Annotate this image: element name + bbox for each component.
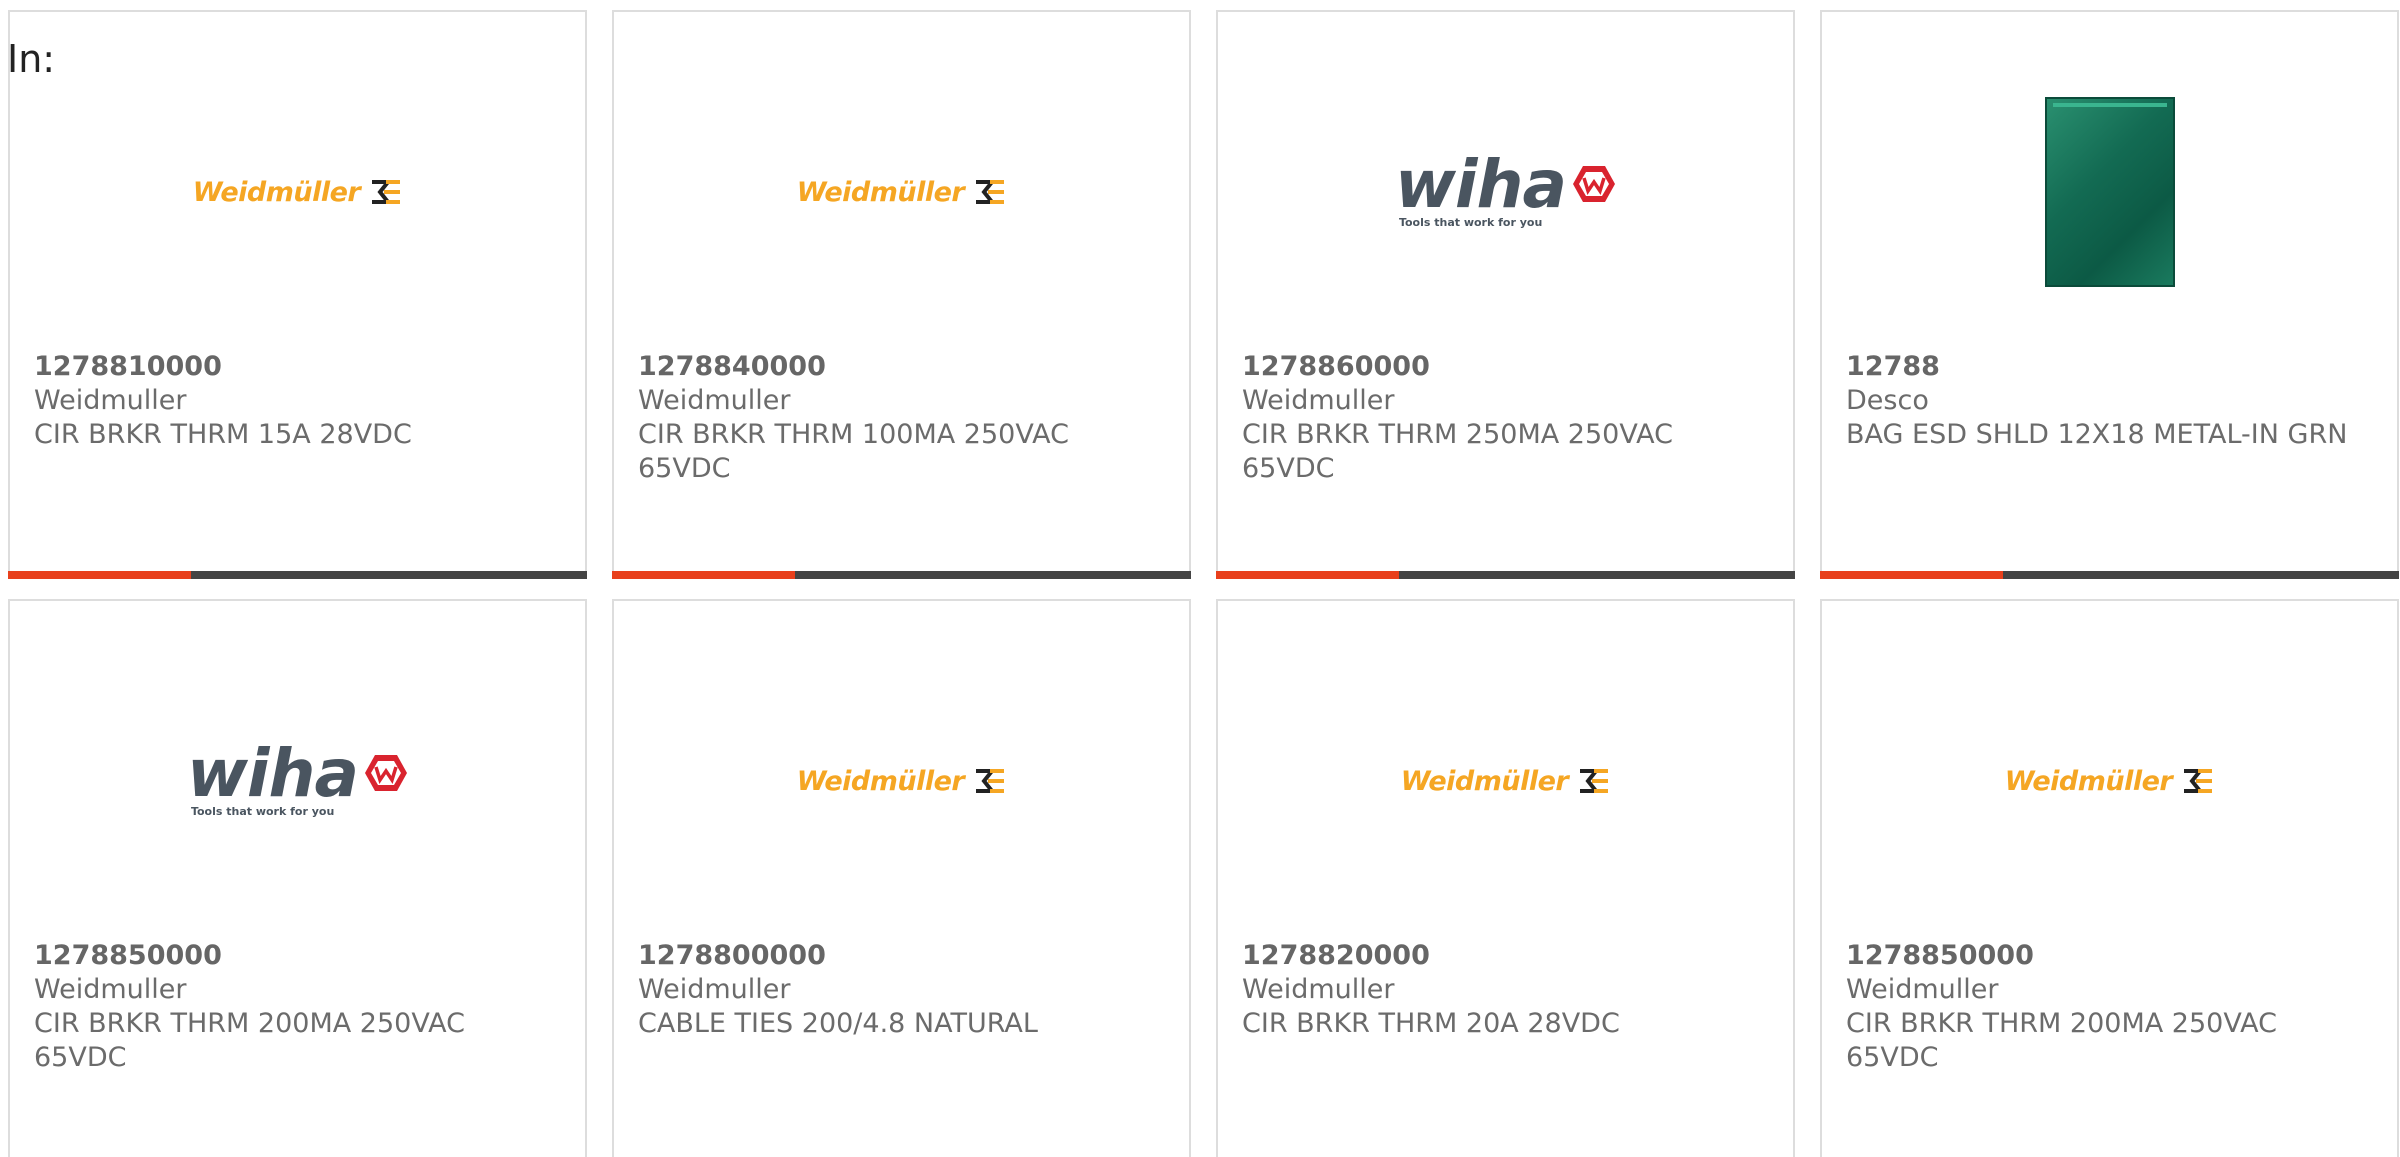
part-number[interactable]: 1278850000 (1846, 939, 2373, 973)
product-info: 1278850000 Weidmuller CIR BRKR THRM 200M… (34, 939, 561, 1075)
card-progress-accent (1216, 571, 1399, 579)
product-image[interactable]: Weidmüller (10, 72, 585, 312)
wiha-logo: wiha Tools that work for you (1394, 145, 1616, 230)
product-image[interactable] (1822, 72, 2397, 312)
wiha-hexagon-icon (365, 755, 408, 792)
product-info: 1278820000 Weidmuller CIR BRKR THRM 20A … (1242, 939, 1769, 1041)
card-progress-bar (8, 571, 587, 579)
product-description: CIR BRKR THRM 100MA 250VAC 65VDC (638, 419, 1069, 484)
part-number[interactable]: 1278810000 (34, 350, 561, 384)
weidmuller-logo: Weidmüller (1401, 766, 1610, 797)
product-info: 1278810000 Weidmuller CIR BRKR THRM 15A … (34, 350, 561, 452)
wiha-logo: wiha Tools that work for you (186, 734, 408, 819)
manufacturer-name: Weidmuller (1242, 385, 1395, 416)
part-number[interactable]: 1278860000 (1242, 350, 1769, 384)
product-info: 12788 Desco BAG ESD SHLD 12X18 METAL-IN … (1846, 350, 2373, 452)
part-number[interactable]: 1278850000 (34, 939, 561, 973)
product-image[interactable]: Weidmüller (614, 72, 1189, 312)
weidmuller-mark-icon (976, 769, 1005, 793)
weidmuller-logo: Weidmüller (797, 766, 1006, 797)
product-card[interactable]: wiha Tools that work for you 1278860000 W… (1216, 10, 1795, 579)
product-card[interactable]: Weidmüller 1278800000 Weidmuller CABLE T… (612, 599, 1191, 1157)
product-grid: Weidmüller 1278810000 Weidmuller CIR BRK… (8, 10, 2399, 1157)
weidmuller-mark-icon (2184, 769, 2213, 793)
page: In: Weidmüller 1278810000 Weidmuller CIR… (0, 0, 2400, 1157)
part-number[interactable]: 1278840000 (638, 350, 1165, 384)
product-description: CIR BRKR THRM 200MA 250VAC 65VDC (34, 1008, 465, 1073)
card-progress-accent (8, 571, 191, 579)
product-card[interactable]: Weidmüller 1278840000 Weidmuller CIR BRK… (612, 10, 1191, 579)
weidmuller-mark-icon (976, 180, 1005, 204)
product-card[interactable]: wiha Tools that work for you 1278850000 W… (8, 599, 587, 1157)
wiha-logo-text: wiha (186, 734, 359, 812)
manufacturer-name: Weidmuller (638, 385, 791, 416)
product-image[interactable]: wiha Tools that work for you (10, 661, 585, 901)
product-description: CIR BRKR THRM 15A 28VDC (34, 419, 412, 450)
product-card[interactable]: Weidmüller 1278820000 Weidmuller CIR BRK… (1216, 599, 1795, 1157)
product-info: 1278840000 Weidmuller CIR BRKR THRM 100M… (638, 350, 1165, 486)
product-image[interactable]: wiha Tools that work for you (1218, 72, 1793, 312)
esd-bag-photo (2044, 97, 2175, 287)
product-info: 1278860000 Weidmuller CIR BRKR THRM 250M… (1242, 350, 1769, 486)
product-description: CIR BRKR THRM 250MA 250VAC 65VDC (1242, 419, 1673, 484)
product-image[interactable]: Weidmüller (614, 661, 1189, 901)
filter-label: In: (7, 37, 56, 81)
weidmuller-logo: Weidmüller (797, 177, 1006, 208)
product-description: BAG ESD SHLD 12X18 METAL-IN GRN (1846, 419, 2348, 450)
weidmuller-logo-text: Weidmüller (2004, 765, 2173, 797)
product-description: CABLE TIES 200/4.8 NATURAL (638, 1008, 1038, 1039)
weidmuller-mark-icon (1580, 769, 1609, 793)
product-description: CIR BRKR THRM 20A 28VDC (1242, 1008, 1620, 1039)
weidmuller-logo-text: Weidmüller (796, 765, 965, 797)
product-info: 1278800000 Weidmuller CABLE TIES 200/4.8… (638, 939, 1165, 1041)
product-card[interactable]: 12788 Desco BAG ESD SHLD 12X18 METAL-IN … (1820, 10, 2399, 579)
weidmuller-logo-text: Weidmüller (796, 176, 965, 208)
product-image[interactable]: Weidmüller (1822, 661, 2397, 901)
weidmuller-logo-text: Weidmüller (1400, 765, 1569, 797)
part-number[interactable]: 1278800000 (638, 939, 1165, 973)
manufacturer-name: Desco (1846, 385, 1929, 416)
card-progress-accent (1820, 571, 2003, 579)
card-progress-bar (1820, 571, 2399, 579)
manufacturer-name: Weidmuller (1242, 974, 1395, 1005)
wiha-tagline: Tools that work for you (190, 805, 335, 819)
product-info: 1278850000 Weidmuller CIR BRKR THRM 200M… (1846, 939, 2373, 1075)
weidmuller-logo: Weidmüller (193, 177, 402, 208)
weidmuller-logo-text: Weidmüller (192, 176, 361, 208)
part-number[interactable]: 12788 (1846, 350, 2373, 384)
manufacturer-name: Weidmuller (1846, 974, 1999, 1005)
wiha-logo-text: wiha (1394, 145, 1567, 223)
card-progress-bar (1216, 571, 1795, 579)
product-card[interactable]: Weidmüller 1278810000 Weidmuller CIR BRK… (8, 10, 587, 579)
weidmuller-logo: Weidmüller (2005, 766, 2214, 797)
weidmuller-mark-icon (372, 180, 401, 204)
product-card[interactable]: Weidmüller 1278850000 Weidmuller CIR BRK… (1820, 599, 2399, 1157)
part-number[interactable]: 1278820000 (1242, 939, 1769, 973)
wiha-hexagon-icon (1573, 166, 1616, 203)
manufacturer-name: Weidmuller (34, 974, 187, 1005)
wiha-tagline: Tools that work for you (1398, 216, 1543, 230)
product-image[interactable]: Weidmüller (1218, 661, 1793, 901)
product-description: CIR BRKR THRM 200MA 250VAC 65VDC (1846, 1008, 2277, 1073)
card-progress-accent (612, 571, 795, 579)
card-progress-bar (612, 571, 1191, 579)
manufacturer-name: Weidmuller (638, 974, 791, 1005)
manufacturer-name: Weidmuller (34, 385, 187, 416)
